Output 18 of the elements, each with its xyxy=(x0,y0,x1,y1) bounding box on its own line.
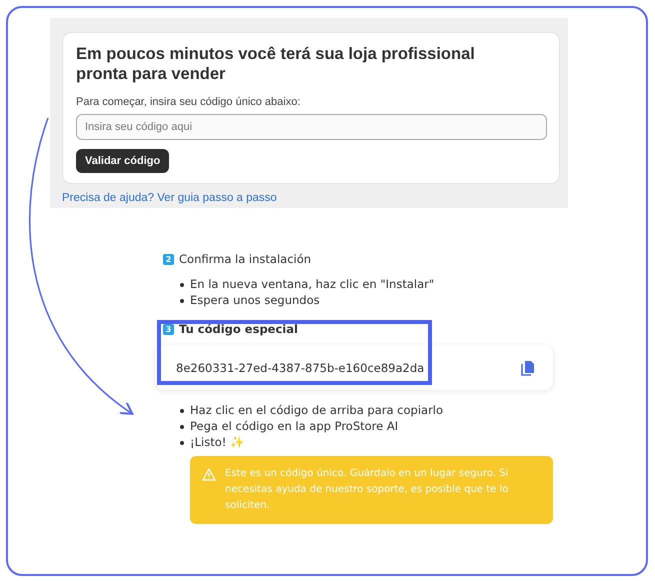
code-input[interactable]: Insira seu código aqui xyxy=(76,114,547,140)
warning-text: Este es un código único. Guárdalo en un lugar seguro. Si necesitas ayuda de nuestro soporte, es posible que te lo soliciten. xyxy=(225,467,510,513)
bullet-item: ¡Listo! ✨ xyxy=(180,434,646,450)
validate-button[interactable]: Validar código xyxy=(76,149,170,173)
help-link[interactable]: Precisa de ajuda? Ver guia passo a passo xyxy=(62,192,560,204)
warning-icon xyxy=(202,468,216,481)
unique-code[interactable]: 8e260331-27ed-4387-875b-e160ce89a2da xyxy=(176,360,424,374)
step-title: Confirma la instalación xyxy=(179,252,312,266)
step-number: 2 xyxy=(163,254,174,264)
copy-icon[interactable] xyxy=(521,360,535,376)
step-number: 3 xyxy=(163,324,174,334)
heading: Em poucos minutos você terá sua loja profissional pronta para vender xyxy=(76,44,476,84)
bullet-item: Pega el código en la app ProStore AI xyxy=(180,418,646,434)
bullet-item: En la nueva ventana, haz clic en "Instalar" xyxy=(180,276,646,292)
bullet-item: Espera unos segundos xyxy=(180,292,646,308)
field-label: Para começar, insira seu código único abaixo: xyxy=(76,96,302,108)
bullet-item: Haz clic en el código de arriba para copiarlo xyxy=(180,402,646,418)
step-title: Tu código especial xyxy=(179,322,298,336)
